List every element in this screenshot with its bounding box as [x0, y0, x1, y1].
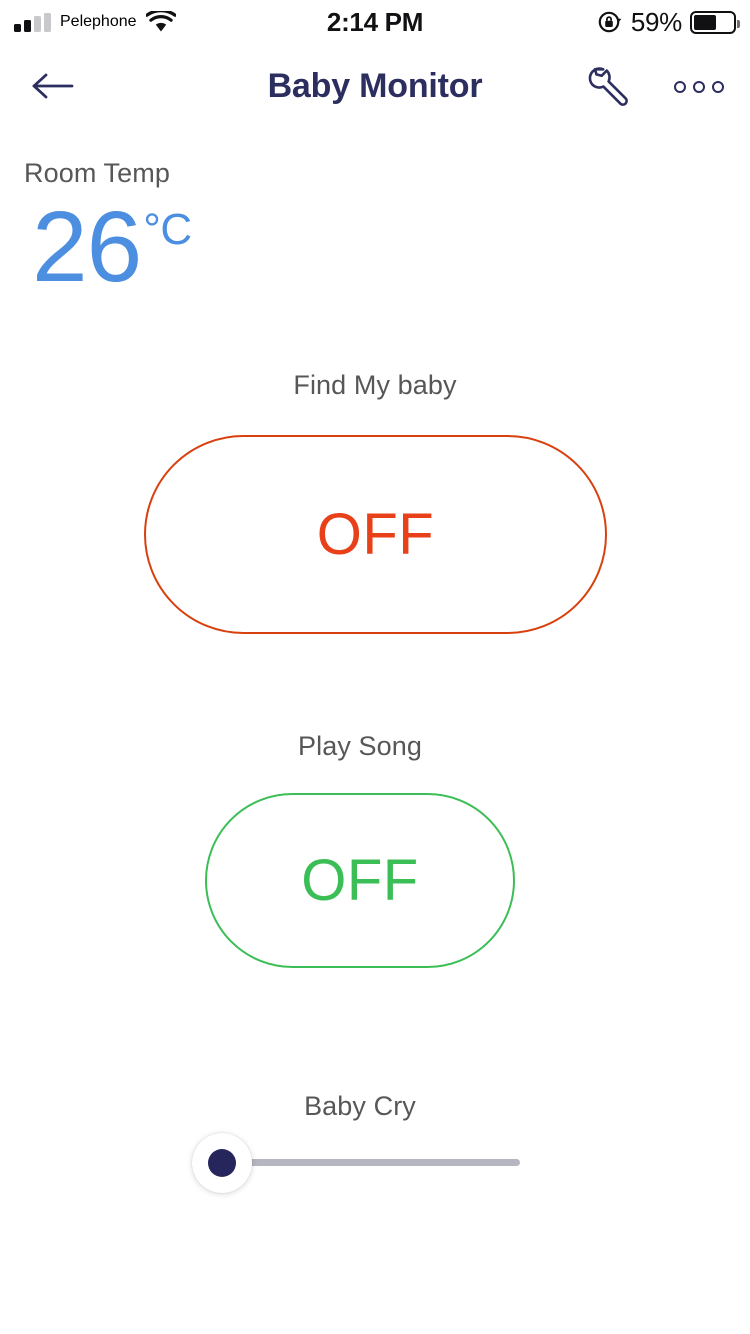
baby-cry-slider-track[interactable]	[222, 1159, 520, 1166]
rotation-lock-icon	[598, 11, 622, 33]
room-temp-label: Room Temp	[24, 158, 170, 188]
room-temp-unit: °C	[143, 205, 192, 254]
battery-percent-label: 59%	[630, 6, 682, 37]
baby-cry-label: Baby Cry	[304, 1091, 416, 1121]
status-bar: Pelephone 2:14 PM 59%	[0, 0, 750, 44]
status-bar-right: 59%	[597, 6, 740, 38]
baby-cry-slider[interactable]	[192, 1133, 522, 1193]
slider-thumb-dot	[208, 1149, 236, 1177]
wrench-icon	[588, 67, 628, 106]
room-temp-reading: 26 °C	[32, 191, 192, 303]
more-options-icon	[674, 81, 686, 93]
play-song-label: Play Song	[298, 731, 422, 761]
find-my-baby-label: Find My baby	[293, 370, 457, 400]
app-header: Baby Monitor	[0, 55, 750, 117]
play-song-toggle-button[interactable]: OFF	[205, 793, 515, 968]
battery-icon	[690, 10, 740, 34]
find-my-baby-state: OFF	[316, 502, 435, 567]
find-my-baby-toggle-button[interactable]: OFF	[144, 435, 607, 634]
room-temperature-block: Room Temp 26 °C	[24, 158, 192, 303]
settings-button[interactable]	[578, 61, 638, 113]
room-temp-value: 26	[32, 191, 142, 303]
baby-cry-slider-thumb[interactable]	[192, 1133, 252, 1193]
more-options-icon	[693, 81, 705, 93]
more-options-icon	[712, 81, 724, 93]
play-song-state: OFF	[301, 848, 419, 913]
more-options-button[interactable]	[668, 61, 730, 113]
